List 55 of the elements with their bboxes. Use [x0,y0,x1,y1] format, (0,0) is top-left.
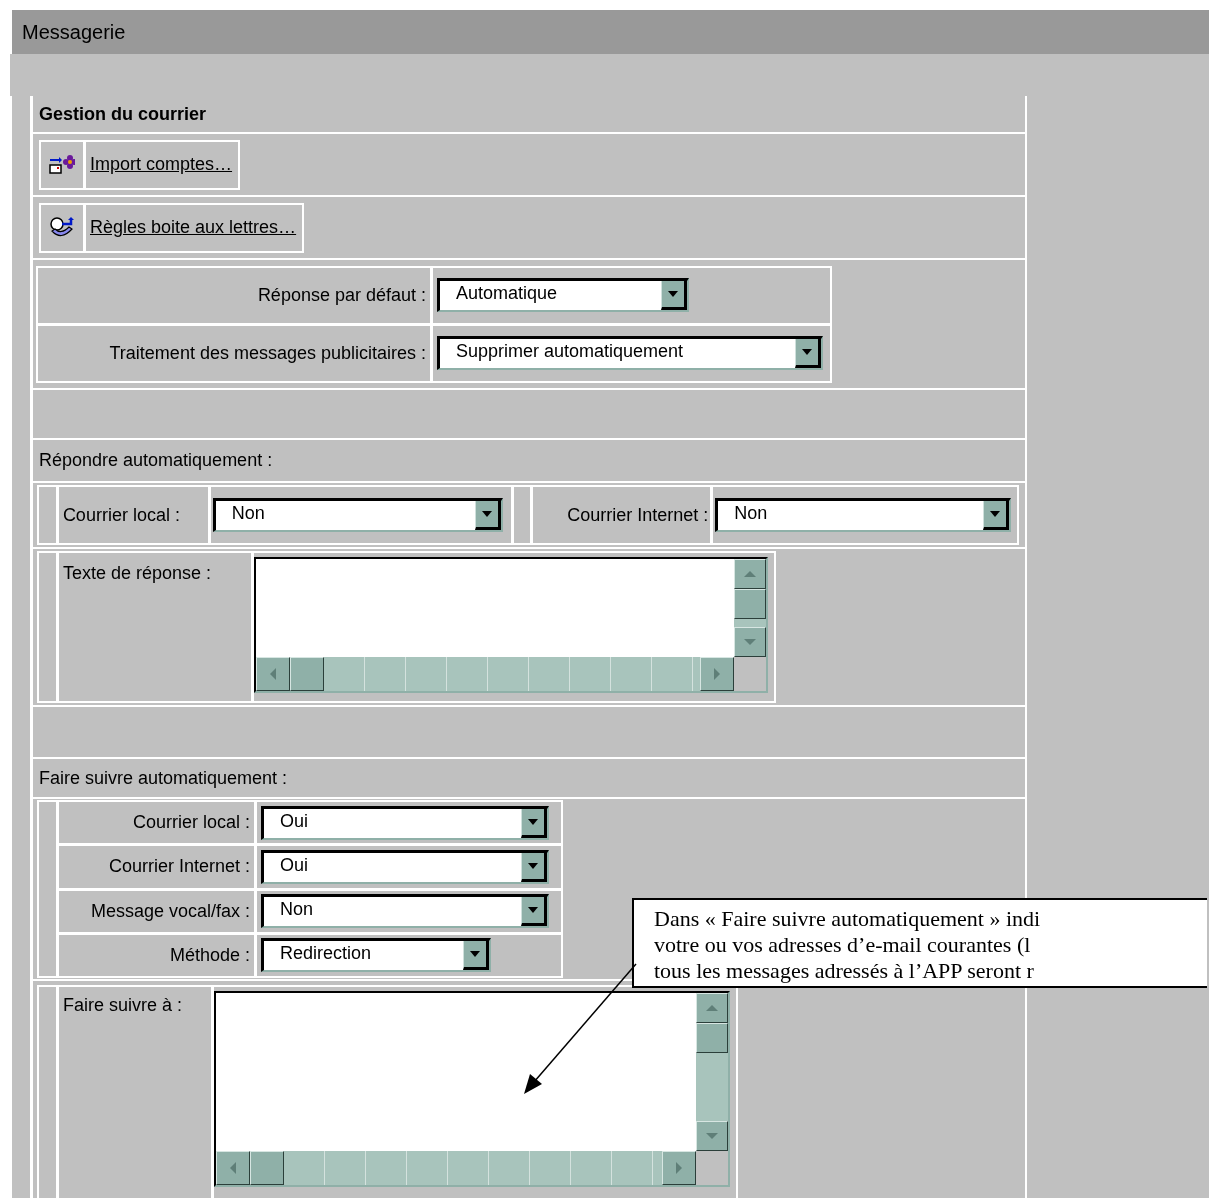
caret-icon [989,510,1002,518]
caret-icon [527,861,539,870]
field-label: Courrier Internet : [108,856,250,878]
text-area[interactable] [214,991,730,1187]
caret-icon [667,290,679,298]
caret-icon [527,817,539,826]
field-label: Courrier local : [62,504,180,526]
vertical-scrollbar[interactable] [734,559,766,657]
up-arrow-icon [704,1003,720,1013]
field-label: Réponse par défaut : [257,284,426,306]
dropdown[interactable]: Non [261,894,549,929]
field-label: Texte de réponse : [63,563,212,584]
scroll-thumb[interactable] [290,657,324,691]
section-heading: Répondre automatiquement : [39,450,273,471]
section-title: Gestion du courrier [39,103,207,125]
right-arrow-icon [712,666,722,682]
up-arrow-icon [742,569,758,579]
scroll-thumb[interactable] [250,1151,284,1185]
dropdown[interactable]: Supprimer automatiquement [437,336,823,370]
envelope-icon [49,153,75,176]
callout-text: Dans « Faire suivre automatiquement » indi [654,906,1041,932]
caret-icon [527,906,539,915]
spacer-cell [513,487,531,543]
check-shield-icon [49,216,75,239]
window-title: Messagerie [10,10,1209,54]
field-label: Méthode : [169,944,250,966]
field-label: Message vocal/fax : [90,900,250,922]
vertical-scrollbar[interactable] [696,993,728,1151]
caret-icon [469,950,481,959]
spacer-cell [39,487,56,543]
scroll-thumb[interactable] [734,589,766,619]
dropdown[interactable]: Oui [261,805,549,840]
caret-icon [801,348,813,356]
dropdown[interactable]: Oui [261,849,549,884]
horizontal-scrollbar[interactable] [216,1151,696,1185]
dropdown[interactable]: Non [715,498,1012,532]
field-label: Traitement des messages publicitaires : [109,342,426,364]
text-area[interactable] [254,557,768,693]
right-arrow-icon [674,1160,684,1176]
field-label: Courrier local : [132,812,250,834]
dropdown[interactable]: Non [212,498,503,532]
callout-text: votre ou vos adresses d’e-mail courantes (l [654,932,1031,958]
scroll-thumb[interactable] [696,1023,728,1053]
dropdown[interactable]: Automatique [437,278,689,312]
section-heading: Faire suivre automatiquement : [39,767,288,789]
left-arrow-icon [268,666,278,682]
horizontal-scrollbar[interactable] [256,657,734,691]
caret-icon [480,510,493,518]
dropdown[interactable]: Redirection [261,938,491,973]
field-label: Faire suivre à : [63,995,183,1016]
callout-text: tous les messages adressés à l’APP seront r [654,958,1034,984]
field-label: Courrier Internet : [567,504,709,526]
down-arrow-icon [742,637,758,647]
down-arrow-icon [704,1131,720,1141]
left-arrow-icon [228,1160,238,1176]
